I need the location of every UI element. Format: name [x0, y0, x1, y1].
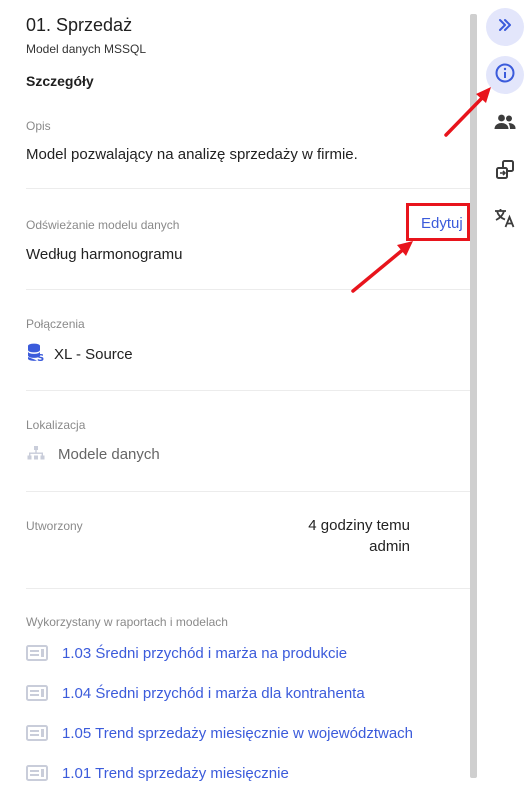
collapse-panel-button[interactable]	[486, 8, 524, 46]
created-label: Utworzony	[26, 519, 83, 533]
connection-label: XL - Source	[54, 345, 133, 363]
report-link[interactable]: 1.04 Średni przychód i marża dla kontrah…	[26, 682, 365, 704]
location-item: Modele danych	[26, 444, 160, 464]
description-label: Opis	[26, 119, 51, 133]
report-label: 1.03 Średni przychód i marża na produkci…	[62, 644, 348, 662]
page-subtitle: Model danych MSSQL	[26, 42, 147, 56]
collapse-icon	[496, 16, 514, 39]
report-label: 1.04 Średni przychód i marża dla kontrah…	[62, 684, 365, 702]
report-label: 1.05 Trend sprzedaży miesięcznie w wojew…	[62, 724, 413, 742]
connection-item[interactable]: S XL - Source	[26, 342, 133, 367]
report-label: 1.01 Trend sprzedaży miesięcznie	[62, 764, 289, 782]
translate-button[interactable]	[493, 208, 517, 232]
refresh-label: Odświeżanie modelu danych	[26, 218, 180, 232]
section-heading: Szczegóły	[26, 73, 94, 89]
location-label: Lokalizacja	[26, 418, 86, 432]
info-button[interactable]	[486, 56, 524, 94]
details-panel: 01. Sprzedaż Model danych MSSQL Szczegół…	[0, 0, 470, 787]
report-link[interactable]: 1.03 Średni przychód i marża na produkci…	[26, 642, 347, 664]
report-link[interactable]: 1.01 Trend sprzedaży miesięcznie	[26, 762, 289, 784]
page-title: 01. Sprzedaż	[26, 15, 133, 35]
divider	[26, 491, 470, 492]
share-icon	[493, 158, 517, 187]
info-icon	[494, 62, 516, 89]
report-icon	[26, 685, 48, 701]
divider	[26, 188, 470, 189]
share-button[interactable]	[493, 158, 517, 187]
divider	[26, 588, 470, 589]
divider	[26, 390, 470, 391]
annotation-highlight-box	[406, 203, 470, 241]
database-icon: S	[26, 342, 46, 367]
description-value: Model pozwalający na analizę sprzedaży w…	[26, 146, 358, 163]
hierarchy-icon	[26, 444, 46, 465]
people-icon	[493, 110, 517, 139]
created-time: 4 godziny temu	[308, 517, 410, 534]
report-icon	[26, 765, 48, 781]
translate-icon	[493, 206, 517, 235]
scrollbar[interactable]	[470, 14, 477, 778]
location-value: Modele danych	[58, 445, 160, 463]
report-icon	[26, 645, 48, 661]
used-in-label: Wykorzystany w raportach i modelach	[26, 615, 228, 629]
permissions-button[interactable]	[493, 112, 517, 136]
report-icon	[26, 725, 48, 741]
report-link[interactable]: 1.05 Trend sprzedaży miesięcznie w wojew…	[26, 722, 413, 744]
divider	[26, 289, 470, 290]
connections-label: Połączenia	[26, 317, 85, 331]
refresh-value: Według harmonogramu	[26, 246, 183, 263]
svg-text:S: S	[37, 353, 44, 362]
created-author: admin	[369, 538, 410, 555]
